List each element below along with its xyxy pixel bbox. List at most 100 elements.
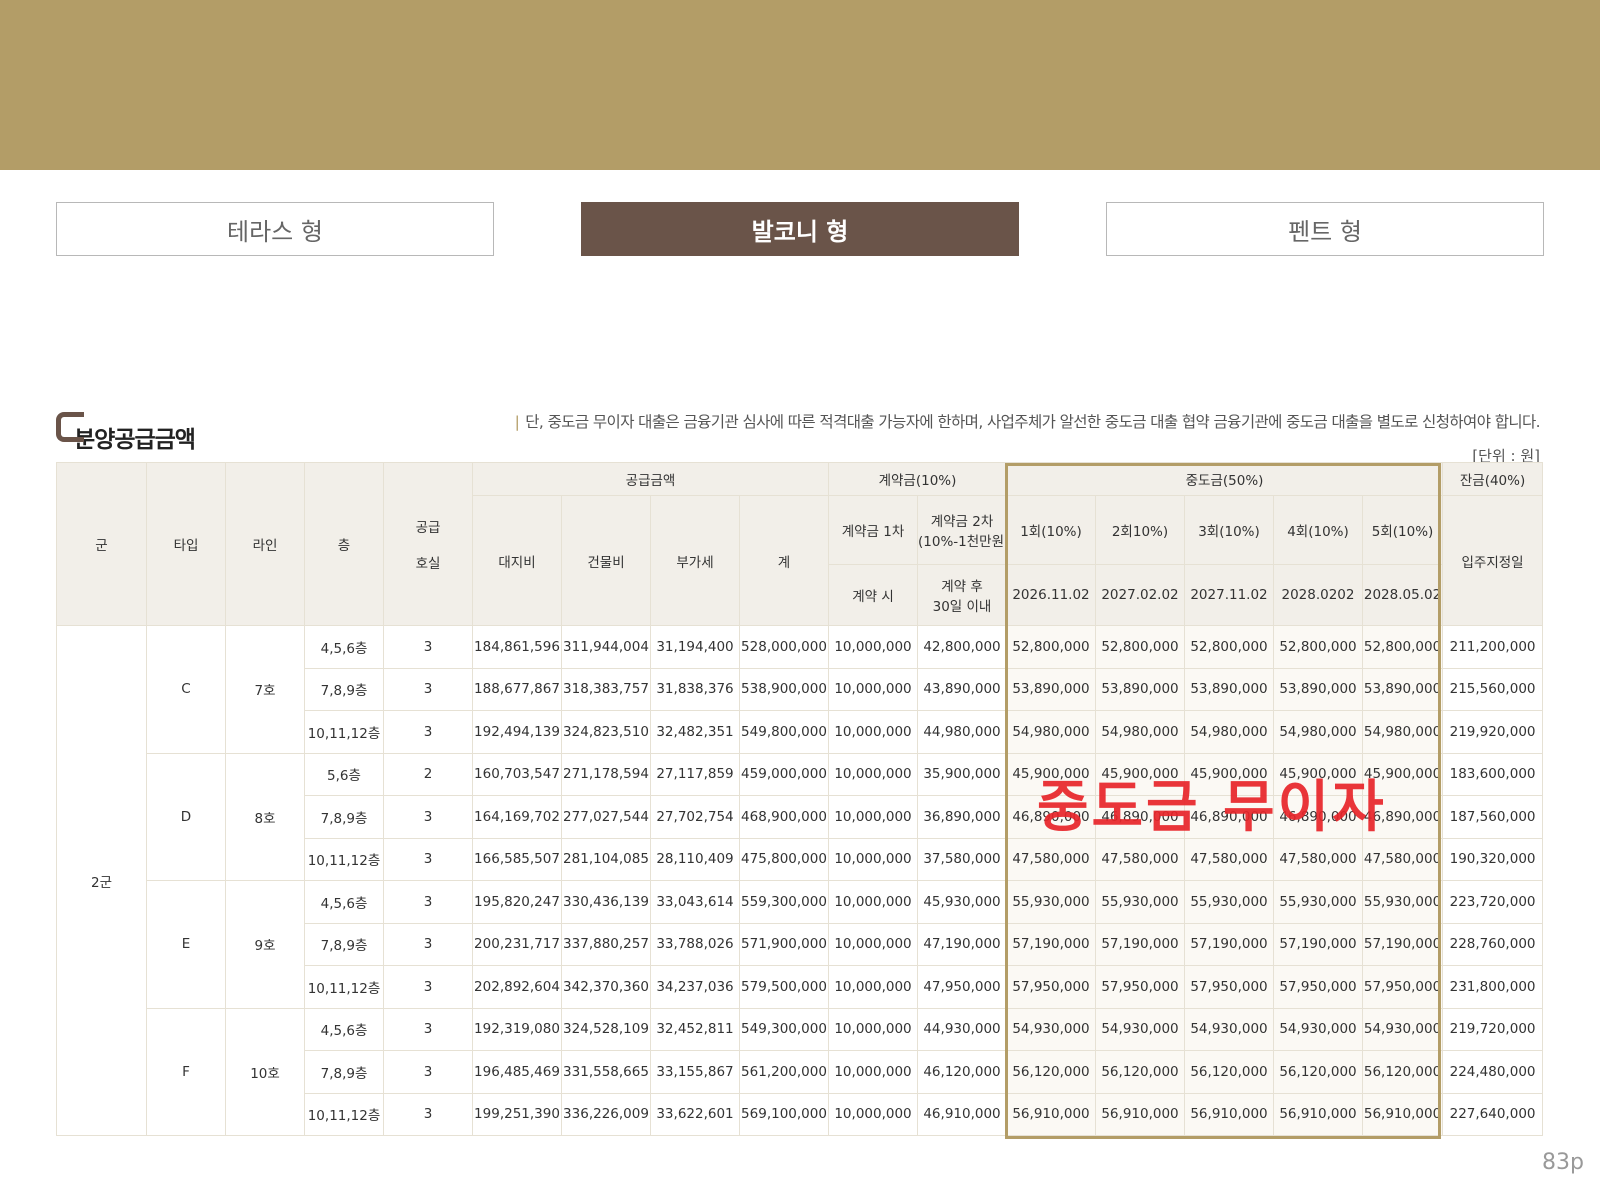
table-cell: 54,930,000 bbox=[1006, 1007, 1096, 1051]
table-cell: 183,600,000 bbox=[1442, 752, 1544, 796]
table-cell: 227,640,000 bbox=[1442, 1092, 1544, 1136]
table-cell: 468,900,000 bbox=[739, 795, 829, 839]
table-cell: 56,910,000 bbox=[1095, 1092, 1185, 1136]
col-balance-when: 입주지정일 bbox=[1442, 495, 1544, 626]
table-cell: 3 bbox=[383, 1050, 473, 1094]
title-bracket-icon bbox=[56, 412, 84, 442]
table-cell: 47,580,000 bbox=[1184, 837, 1274, 881]
table-cell: 55,930,000 bbox=[1273, 880, 1363, 924]
table-cell: 54,980,000 bbox=[1273, 710, 1363, 754]
section-title-text: 분양공급금액 bbox=[74, 427, 196, 453]
table-cell: 538,900,000 bbox=[739, 667, 829, 711]
table-cell: 3 bbox=[383, 1092, 473, 1136]
table-cell: 44,980,000 bbox=[917, 710, 1007, 754]
table-cell: 231,800,000 bbox=[1442, 965, 1544, 1009]
table-cell: 7,8,9층 bbox=[304, 667, 384, 711]
table-cell: 55,930,000 bbox=[1095, 880, 1185, 924]
tab-terrace[interactable]: 테라스 형 bbox=[56, 202, 494, 256]
table-cell: 56,910,000 bbox=[1273, 1092, 1363, 1136]
table-cell: 44,930,000 bbox=[917, 1007, 1007, 1051]
table-cell: 10,000,000 bbox=[828, 1050, 918, 1094]
table-cell: 54,980,000 bbox=[1184, 710, 1274, 754]
table-cell: 27,702,754 bbox=[650, 795, 740, 839]
table-cell: 219,920,000 bbox=[1442, 710, 1544, 754]
contract2-l2: (10%-1천만원) bbox=[918, 534, 1007, 550]
table-cell: 190,320,000 bbox=[1442, 837, 1544, 881]
table-cell: 57,950,000 bbox=[1273, 965, 1363, 1009]
table-cell: 54,930,000 bbox=[1361, 1007, 1444, 1051]
table-cell: 10,000,000 bbox=[828, 1007, 918, 1051]
table-cell: 187,560,000 bbox=[1442, 795, 1544, 839]
table-cell: 54,980,000 bbox=[1006, 710, 1096, 754]
middle-date-2: 2027.02.02 bbox=[1095, 564, 1185, 626]
col-contract1: 계약금 1차 bbox=[828, 495, 918, 565]
col-supply-price: 공급금액 bbox=[472, 462, 829, 496]
table-cell: 43,890,000 bbox=[917, 667, 1007, 711]
table-cell: 57,950,000 bbox=[1184, 965, 1274, 1009]
table-row: E 9호 4,5,6층 3 195,820,247 330,436,139 33,043,6… bbox=[57, 880, 1544, 1009]
table-cell: 55,930,000 bbox=[1361, 880, 1444, 924]
table-cell: 3 bbox=[383, 795, 473, 839]
table-cell: 10,000,000 bbox=[828, 922, 918, 966]
contract2-l1: 계약금 2차 bbox=[930, 514, 994, 530]
table-cell: 56,910,000 bbox=[1006, 1092, 1096, 1136]
table-cell: 10,11,12층 bbox=[304, 1092, 384, 1136]
notice-bar: | bbox=[514, 413, 520, 431]
table-cell: 324,823,510 bbox=[561, 710, 651, 754]
table-cell: 33,622,601 bbox=[650, 1092, 740, 1136]
table-cell: 549,300,000 bbox=[739, 1007, 829, 1051]
table-cell: 53,890,000 bbox=[1361, 667, 1444, 711]
table-row: F 10호 4,5,6층 3 192,319,080 324,528,109 32,452,… bbox=[57, 1007, 1544, 1136]
table-cell: 199,251,390 bbox=[472, 1092, 562, 1136]
col-middle: 중도금(50%) bbox=[1005, 462, 1444, 496]
table-cell: 57,190,000 bbox=[1273, 922, 1363, 966]
col-contract2-when: 계약 후 30일 이내 bbox=[917, 564, 1007, 626]
table-cell: 200,231,717 bbox=[472, 922, 562, 966]
table-cell: 53,890,000 bbox=[1006, 667, 1096, 711]
table-cell: 330,436,139 bbox=[561, 880, 651, 924]
table-cell: 10,000,000 bbox=[828, 625, 918, 669]
middle-date-5: 2028.05.02 bbox=[1361, 564, 1444, 626]
table-cell: 10,000,000 bbox=[828, 880, 918, 924]
table-cell: 57,950,000 bbox=[1006, 965, 1096, 1009]
line-cell: 7호 bbox=[225, 625, 305, 754]
table-cell: 561,200,000 bbox=[739, 1050, 829, 1094]
table-cell: 46,910,000 bbox=[917, 1092, 1007, 1136]
table-cell: 5,6층 bbox=[304, 752, 384, 796]
table-cell: 569,100,000 bbox=[739, 1092, 829, 1136]
table-cell: 223,720,000 bbox=[1442, 880, 1544, 924]
table-cell: 2 bbox=[383, 752, 473, 796]
notice-body: 단, 중도금 무이자 대출은 금융기관 심사에 따른 적격대출 가능자에 한하며… bbox=[525, 413, 1540, 431]
tab-balcony[interactable]: 발코니 형 bbox=[581, 202, 1019, 256]
table-cell: 10,000,000 bbox=[828, 710, 918, 754]
table-cell: 47,580,000 bbox=[1273, 837, 1363, 881]
table-cell: 579,500,000 bbox=[739, 965, 829, 1009]
table-cell: 202,892,604 bbox=[472, 965, 562, 1009]
table-cell: 4,5,6층 bbox=[304, 625, 384, 669]
table-cell: 3 bbox=[383, 922, 473, 966]
table-cell: 57,950,000 bbox=[1095, 965, 1185, 1009]
table-cell: 3 bbox=[383, 837, 473, 881]
tab-pent[interactable]: 펜트 형 bbox=[1106, 202, 1544, 256]
type-cell: D bbox=[146, 752, 226, 881]
table-cell: 10,000,000 bbox=[828, 795, 918, 839]
table-cell: 53,890,000 bbox=[1095, 667, 1185, 711]
table-cell: 4,5,6층 bbox=[304, 880, 384, 924]
notice-text: | 단, 중도금 무이자 대출은 금융기관 심사에 따른 적격대출 가능자에 한하… bbox=[514, 410, 1541, 432]
table-cell: 54,930,000 bbox=[1095, 1007, 1185, 1051]
table-cell: 52,800,000 bbox=[1095, 625, 1185, 669]
table-cell: 164,169,702 bbox=[472, 795, 562, 839]
table-cell: 10,11,12층 bbox=[304, 710, 384, 754]
table-cell: 559,300,000 bbox=[739, 880, 829, 924]
table-cell: 54,930,000 bbox=[1184, 1007, 1274, 1051]
table-cell: 219,720,000 bbox=[1442, 1007, 1544, 1051]
col-group: 군 bbox=[56, 462, 147, 626]
col-middle-4: 4회(10%) bbox=[1273, 495, 1363, 565]
table-cell: 3 bbox=[383, 710, 473, 754]
table-cell: 57,190,000 bbox=[1361, 922, 1444, 966]
supply-units-l2: 호실 bbox=[415, 556, 441, 572]
table-cell: 459,000,000 bbox=[739, 752, 829, 796]
table-cell: 57,190,000 bbox=[1006, 922, 1096, 966]
table-cell: 7,8,9층 bbox=[304, 795, 384, 839]
table-cell: 10,000,000 bbox=[828, 1092, 918, 1136]
